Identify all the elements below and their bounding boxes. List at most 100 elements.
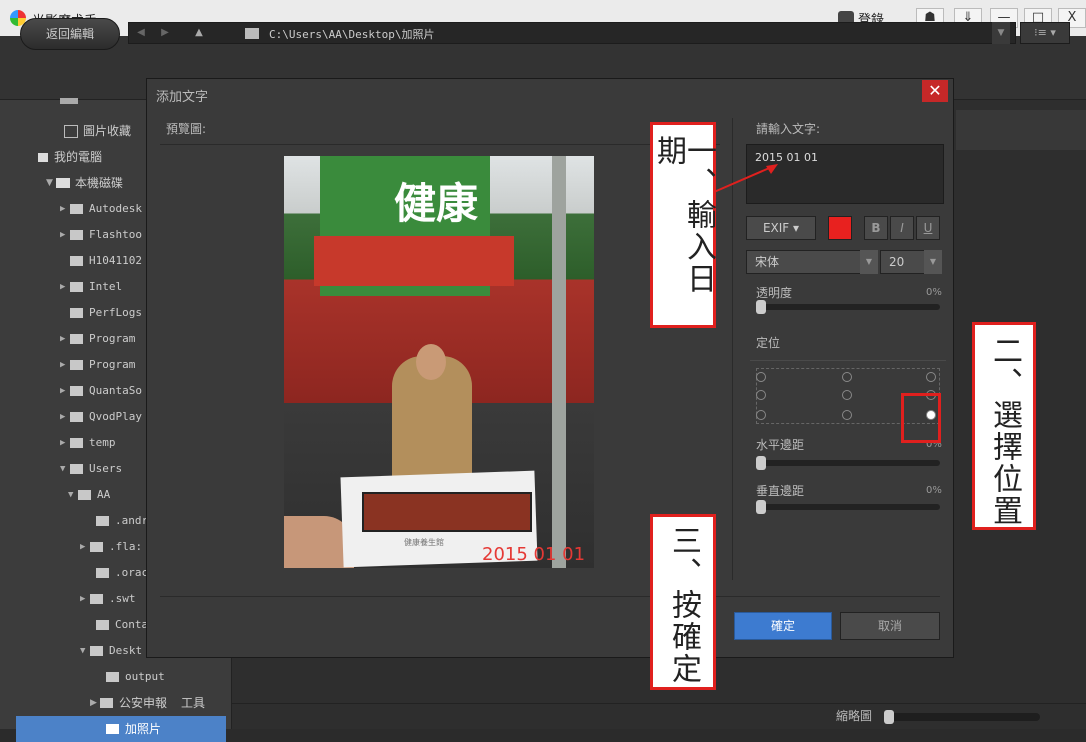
annotation-step2: 二、選擇位置 [972,322,1036,530]
sidebar-item-folder[interactable]: H1041102 [70,248,142,274]
exif-dropdown-button[interactable]: EXIF ▾ [746,216,816,240]
position-top-left-radio[interactable] [756,372,766,382]
annotation-step3: 三、按確定 [650,514,716,690]
folder-icon [90,646,103,656]
folder-icon [78,490,91,500]
horizontal-margin-label: 水平邊距 [756,438,805,452]
opacity-slider-thumb[interactable] [756,300,766,314]
bold-button[interactable]: B [864,216,888,240]
expand-arrow-icon[interactable]: ▼ [60,456,70,482]
cancel-button[interactable]: 取消 [840,612,940,640]
nav-forward-icon[interactable]: ▶ [155,25,175,41]
expand-arrow-icon[interactable]: ▶ [60,378,70,404]
view-mode-button[interactable]: ⁝≡ ▾ [1020,22,1070,44]
path-bar[interactable]: ◀ ▶ ▲ C:\Users\AA\Desktop\加照片 [128,22,1016,44]
underline-button[interactable]: U [916,216,940,240]
font-select[interactable]: 宋体 [746,250,876,274]
horizontal-margin-slider[interactable] [756,460,940,466]
sidebar-item-folder[interactable]: ▶ QuantaSo [60,378,142,404]
annotation-position-marker [901,393,941,443]
expand-arrow-icon[interactable]: ▶ [80,586,90,612]
sidebar-item-folder[interactable]: ▶ Autodesk [60,196,142,222]
path-text: C:\Users\AA\Desktop\加照片 [269,28,435,41]
opacity-slider[interactable] [756,304,940,310]
sidebar-item-folder[interactable]: ▶ .swt [80,586,136,612]
folder-icon [96,568,109,578]
sidebar-item-folder[interactable]: output [106,664,165,690]
expand-arrow-icon[interactable]: ▼ [46,170,56,196]
chevron-down-icon[interactable]: ▼ [924,250,942,274]
expand-arrow-icon[interactable]: ▶ [60,326,70,352]
expand-arrow-icon[interactable]: ▼ [68,482,78,508]
chevron-down-icon[interactable]: ▼ [860,250,878,274]
folder-icon [106,672,119,682]
folder-icon [70,412,83,422]
preview-label: 預覽圖: [166,122,207,136]
folder-icon [70,464,83,474]
text-color-swatch[interactable] [828,216,852,240]
photo-face [416,344,446,380]
folder-icon [60,98,78,104]
italic-button[interactable]: I [890,216,914,240]
sidebar-item-folder[interactable]: Conta [96,612,148,638]
nav-up-icon[interactable]: ▲ [189,25,209,41]
position-bottom-left-radio[interactable] [756,410,766,420]
folder-icon [106,724,119,734]
position-bottom-center-radio[interactable] [842,410,852,420]
folder-icon [96,620,109,630]
nav-back-icon[interactable]: ◀ [131,25,151,41]
sidebar-item-folder[interactable]: .andr [96,508,148,534]
sidebar-item-folder[interactable]: ▼ AA [68,482,110,508]
ok-button[interactable]: 確定 [734,612,832,640]
sidebar-item-folder[interactable]: ▼ Deskt [80,638,142,664]
sidebar-item-folder[interactable]: ▶ temp [60,430,116,456]
back-to-edit-button[interactable]: 返回編輯 [20,18,120,50]
folder-icon [90,542,103,552]
position-top-right-radio[interactable] [926,372,936,382]
sidebar-item-folder[interactable]: ▶ Program [60,352,135,378]
sidebar-item-favorites[interactable]: 圖片收藏 [64,118,131,144]
position-middle-center-radio[interactable] [842,390,852,400]
computer-icon [38,152,48,162]
folder-icon [70,308,83,318]
position-label: 定位 [756,336,781,350]
sidebar-item-folder[interactable]: PerfLogs [70,300,142,326]
expand-arrow-icon[interactable]: ▶ [80,534,90,560]
expand-arrow-icon[interactable]: ▶ [60,352,70,378]
expand-arrow-icon[interactable]: ▶ [60,404,70,430]
sidebar-item-folder[interactable]: .orac [96,560,148,586]
folder-icon [70,256,83,266]
sidebar-item-folder[interactable]: ▶ Intel [60,274,122,300]
expand-arrow-icon[interactable]: ▶ [90,690,100,716]
folder-icon [90,594,103,604]
expand-arrow-icon[interactable]: ▼ [80,638,90,664]
sidebar-item-local-disk[interactable]: ▼ 本機磁碟 [46,170,123,196]
folder-icon [70,334,83,344]
expand-arrow-icon[interactable]: ▶ [60,274,70,300]
expand-arrow-icon[interactable]: ▶ [60,430,70,456]
thumbnail-zoom-slider[interactable] [884,713,1040,721]
sidebar-item-folder[interactable]: ▶ Program [60,326,135,352]
position-middle-left-radio[interactable] [756,390,766,400]
photo-pole [552,156,566,568]
sidebar-item-folder[interactable]: ▶ QvodPlay [60,404,142,430]
sidebar-item-my-computer[interactable]: 我的電腦 [38,144,102,170]
folder-icon [70,438,83,448]
expand-arrow-icon[interactable]: ▶ [60,196,70,222]
folder-icon [96,516,109,526]
zoom-slider-thumb[interactable] [884,710,894,724]
sidebar-item-folder[interactable]: ▼ Users [60,456,122,482]
expand-arrow-icon[interactable]: ▶ [60,222,70,248]
vertical-margin-slider[interactable] [756,504,940,510]
sidebar-item-folder[interactable]: ▶ 公安申報 工具 [90,690,205,716]
dialog-close-button[interactable]: ✕ [922,80,948,102]
sidebar-item-selected-folder[interactable]: 加照片 [16,716,226,742]
sidebar-item-folder[interactable]: ▶ .fla: [80,534,142,560]
vertical-margin-thumb[interactable] [756,500,766,514]
path-dropdown-button[interactable]: ▼ [992,22,1010,44]
horizontal-margin-thumb[interactable] [756,456,766,470]
dialog-footer-divider [160,596,940,597]
input-text-label: 請輸入文字: [756,122,821,136]
position-top-center-radio[interactable] [842,372,852,382]
sidebar-item-folder[interactable]: ▶ Flashtoo [60,222,142,248]
